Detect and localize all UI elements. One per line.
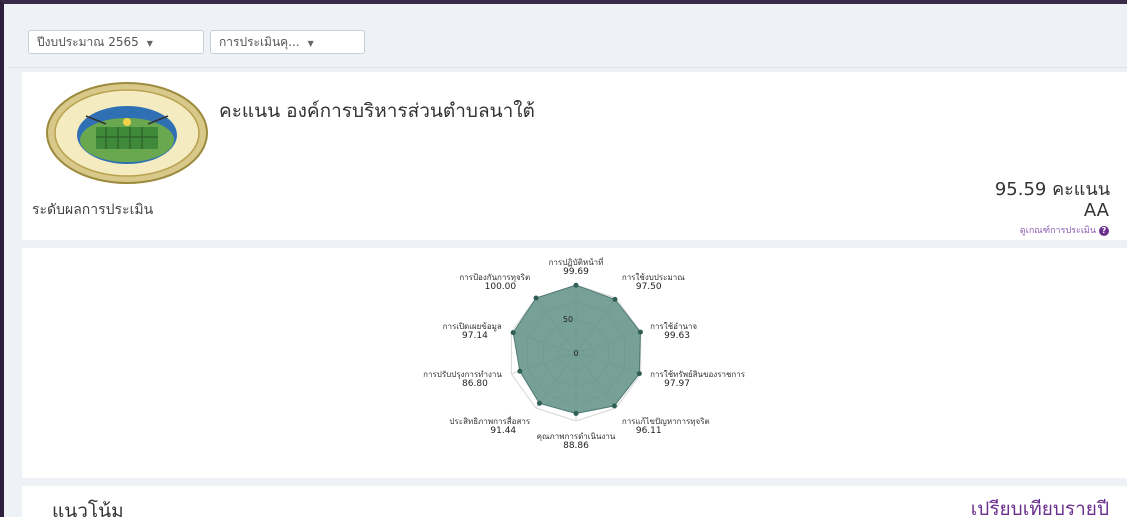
chevron-down-icon: ▼: [307, 39, 314, 48]
score-title: คะแนน องค์การบริหารส่วนตำบลนาใต้: [219, 100, 535, 122]
radar-value-label: 99.69: [563, 267, 589, 277]
fiscal-year-select[interactable]: ปีงบประมาณ 2565 ▼: [28, 30, 204, 54]
trend-title: แนวโน้ม: [52, 500, 124, 517]
radar-value-label: 99.63: [664, 331, 690, 341]
radar-value-label: 88.86: [563, 441, 589, 451]
radar-category-label: การใช้ทรัพย์สินของราชการ: [650, 369, 746, 379]
grade-badge: AA: [1083, 200, 1109, 221]
radar-value-label: 100.00: [485, 282, 517, 292]
radar-data-point: [510, 330, 516, 336]
radar-category-label: คุณภาพการดำเนินงาน: [537, 432, 616, 441]
criteria-link-label: ดูเกณฑ์การประเมิน: [1019, 226, 1096, 236]
radar-category-label: การแก้ไขปัญหาการทุจริต: [622, 417, 710, 426]
score-card: คะแนน องค์การบริหารส่วนตำบลนาใต้ ระดับผล…: [22, 72, 1127, 240]
radar-category-label: การปรับปรุงการทำงาน: [423, 370, 502, 379]
radar-value-label: 97.50: [636, 282, 662, 292]
total-score: 95.59 คะแนน: [994, 179, 1110, 200]
assessment-value: การประเมินคุ...: [219, 35, 300, 49]
radar-data-point: [517, 368, 523, 374]
radar-value-label: 97.97: [664, 379, 690, 389]
organization-seal-icon: [46, 82, 208, 184]
chevron-down-icon: ▼: [146, 39, 153, 48]
radar-chart-card: 0 50 การปฏิบัติหน้าที่ 99.69 การใช้งบประมาณ 9…: [22, 248, 1127, 478]
radar-data-point: [637, 329, 643, 335]
compare-yearly-link[interactable]: เปรียบเทียบรายปี: [971, 494, 1109, 517]
trend-card: แนวโน้ม เปรียบเทียบรายปี: [22, 486, 1127, 517]
radar-value-label: 97.14: [462, 331, 488, 341]
radar-value-label: 91.44: [490, 426, 516, 436]
radar-data-point: [611, 403, 617, 409]
radar-category-label: การป้องกันการทุจริต: [459, 273, 530, 282]
radar-data-point: [612, 296, 618, 302]
radar-chart: 050การปฏิบัติหน้าที่99.69การใช้งบประมาณ9…: [423, 256, 746, 451]
filter-bar: ปีงบประมาณ 2565 ▼ การประเมินคุ... ▼: [8, 8, 1127, 68]
radar-value-label: 86.80: [462, 379, 488, 389]
radar-data-point: [636, 371, 642, 377]
radar-value-label: 96.11: [636, 426, 662, 436]
radar-data-point: [573, 282, 579, 288]
help-icon: ?: [1099, 226, 1109, 236]
radar-data-point: [573, 410, 579, 416]
radar-category-label: การปฏิบัติหน้าที่: [549, 256, 604, 267]
radar-data-point: [533, 295, 539, 301]
radar-data-point: [536, 400, 542, 406]
radar-category-label: ประสิทธิภาพการสื่อสาร: [449, 415, 530, 426]
radar-category-label: การใช้งบประมาณ: [622, 273, 685, 282]
radar-category-label: การใช้อำนาจ: [650, 322, 697, 331]
radar-tick-label: 0: [573, 349, 578, 358]
radar-tick-label: 50: [563, 315, 573, 324]
assessment-level-label: ระดับผลการประเมิน: [32, 202, 154, 218]
assessment-select[interactable]: การประเมินคุ... ▼: [210, 30, 365, 54]
criteria-link[interactable]: ดูเกณฑ์การประเมิน?: [1020, 223, 1109, 237]
fiscal-year-value: ปีงบประมาณ 2565: [37, 35, 139, 49]
